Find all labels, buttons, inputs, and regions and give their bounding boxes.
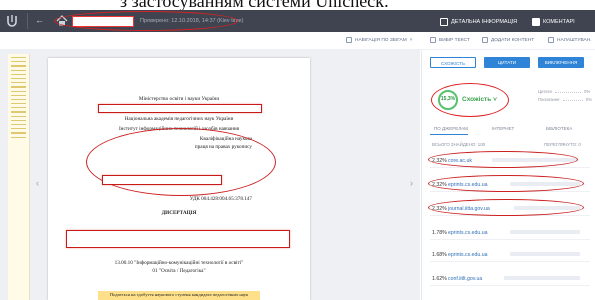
page-settings-button[interactable]: НАЛАШТУВАН. (548, 37, 592, 43)
annotation-ellipse-source (428, 199, 584, 216)
similarity-score-label: Схожість (462, 96, 492, 103)
navigate-matches-button[interactable]: НАВІГАЦІЯ ПО ЗБІГАМ ˅ (346, 37, 413, 43)
source-percent: 1.68% (432, 252, 447, 258)
details-button[interactable]: ДЕТАЛЬНА ІНФОРМАЦІЯ (440, 16, 517, 27)
source-item[interactable]: 2.32% eprints.cs.edu.ua (428, 175, 590, 192)
comments-button-label: КОМЕНТАРІ (543, 18, 575, 25)
details-button-label: ДЕТАЛЬНА ІНФОРМАЦІЯ (451, 18, 518, 25)
subtab-library[interactable]: БІБЛІОТЕКА (546, 126, 572, 131)
subtab-by-sources[interactable]: ПО ДЖЕРЕЛАМ (434, 126, 468, 131)
source-item[interactable]: 1.78% eprints.cs.edu.ua (430, 226, 590, 240)
sources-viewed: ПЕРЕГЛЯНУТО: 0 (544, 142, 581, 147)
hide-text-label: ВИБІР ТЕКСТ (439, 37, 470, 43)
active-subtab-indicator (430, 134, 468, 135)
caption-text: з застосуванням системи Unicheck. (120, 0, 389, 10)
source-url: conf.iitlt.gov.ua (448, 276, 483, 282)
annotation-ellipse-filename (54, 11, 238, 31)
source-url: eprints.cs.edu.ua (448, 252, 488, 258)
doc-line-academy: Національна академія педагогічних наук У… (124, 116, 234, 122)
doc-line-dissertation: ДИСЕРТАЦІЯ (161, 210, 197, 216)
citations-stat-value: 0% (584, 89, 591, 94)
chevron-left-icon[interactable]: ‹ (36, 178, 39, 188)
add-content-button[interactable]: ДОДАТИ КОНТЕНТ (482, 37, 534, 43)
caption-text-strip: з застосуванням системи Unicheck. (0, 0, 595, 10)
doc-line-udc: УДК 004.428:004.65:378.147 (189, 196, 252, 202)
tab-similarity[interactable]: СХОЖІСТЬ (430, 57, 476, 68)
source-percent: 1.62% (432, 276, 447, 282)
redacted-dissertation-title (66, 230, 290, 248)
source-percent: 1.78% (432, 230, 447, 236)
document-icon (440, 17, 448, 26)
source-item[interactable]: 2.32% core.ac.uk (428, 151, 590, 168)
chevron-down-icon: ˅ (493, 96, 497, 103)
page-settings-label: НАЛАШТУВАН. (557, 37, 592, 43)
citations-stat: Цитати 0% (538, 89, 590, 94)
add-file-icon (482, 37, 488, 43)
unicheck-logo-icon[interactable] (6, 14, 18, 28)
target-icon (346, 37, 352, 43)
doc-line-ministry: Міністерство освіти і науки України (138, 96, 220, 102)
source-item[interactable]: 1.68% eprints.cs.edu.ua (430, 248, 590, 262)
source-url: eprints.cs.edu.ua (448, 230, 488, 236)
references-stat-value: 0% (585, 97, 592, 102)
document-toolbar: НАВІГАЦІЯ ПО ЗБІГАМ ˅ ВИБІР ТЕКСТ ДОДАТИ… (0, 32, 595, 50)
citations-stat-label: Цитати (538, 89, 552, 94)
redacted-author-name (102, 175, 222, 185)
text-icon (430, 37, 436, 43)
navigate-matches-label: НАВІГАЦІЯ ПО ЗБІГАМ (355, 37, 407, 43)
similarity-panel: СХОЖІСТЬ ЦИТАТИ ВИКЛЮЧЕННЯ 15,3% Схожіст… (421, 50, 595, 300)
similarity-score-ring: 15,3% (438, 90, 458, 110)
tab-exclusions[interactable]: ВИКЛЮЧЕННЯ (538, 57, 584, 68)
references-stat: Посилання 0% (538, 97, 592, 102)
subtab-internet[interactable]: ІНТЕРНЕТ (492, 126, 514, 131)
document-page: Міністерство освіти і науки України Наці… (48, 58, 310, 300)
source-item[interactable]: 2.32% journal.iitta.gov.ua (428, 199, 590, 216)
settings-icon (548, 37, 554, 43)
add-content-label: ДОДАТИ КОНТЕНТ (491, 37, 535, 43)
arrow-back-icon[interactable]: ← (35, 15, 44, 25)
comment-icon (532, 17, 540, 26)
chevron-down-icon: ˅ (409, 37, 413, 43)
top-bar: ← Проверено: 12.10.2018, 14:37 (Kiev tim… (0, 10, 595, 32)
doc-line-submitted: Подається на здобуття наукового ступеня … (109, 292, 249, 297)
comments-button[interactable]: КОМЕНТАРІ (532, 16, 575, 27)
annotation-ellipse-source (428, 151, 578, 168)
references-stat-label: Посилання (538, 97, 560, 102)
redacted-author-block (98, 104, 262, 113)
hide-text-button[interactable]: ВИБІР ТЕКСТ (430, 37, 470, 43)
divider (27, 13, 28, 29)
doc-line-specialty: 13.00.10 "Інформаційно-комунікаційні тех… (114, 260, 244, 266)
sources-total: ВСЬОГО ЗНАЙДЕНО: 100 (432, 142, 486, 147)
source-item[interactable]: 1.62% conf.iitlt.gov.ua (430, 272, 590, 286)
page-thumbnails[interactable] (8, 54, 30, 300)
annotation-ellipse-source (428, 175, 584, 192)
annotation-ellipse-header (86, 128, 276, 196)
tab-citations[interactable]: ЦИТАТИ (484, 57, 530, 68)
chevron-right-icon[interactable]: › (410, 178, 413, 188)
doc-line-field: 01 "Освіта / Педагогіка" (152, 268, 206, 274)
similarity-score-dropdown[interactable]: Схожість ˅ (462, 96, 497, 103)
